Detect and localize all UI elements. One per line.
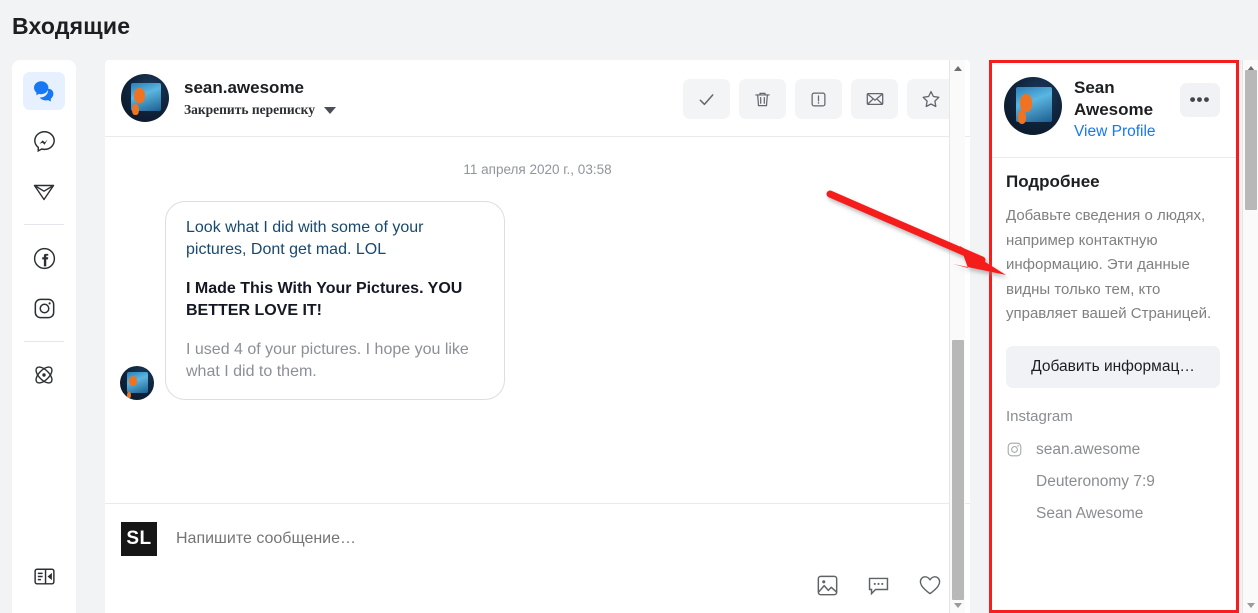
scroll-down-icon[interactable] [950,597,966,613]
mark-done-button[interactable] [683,79,730,119]
scroll-down-icon[interactable] [1243,597,1258,613]
details-description: Добавьте сведения о людях, например конт… [1006,207,1212,322]
composer-icons [815,572,943,598]
message-line-2: I Made This With Your Pictures. YOU BETT… [186,280,463,319]
message-input[interactable] [176,530,676,548]
sidebar-item-chats[interactable] [23,72,65,110]
sidebar-item-automation[interactable] [23,356,65,394]
list-item[interactable]: Deuteronomy 7:9 [1006,473,1220,491]
conversation-actions [683,79,954,119]
sidebar-item-send[interactable] [23,172,65,210]
left-icon-rail [12,60,76,613]
attach-image-button[interactable] [815,573,840,598]
contact-details-body: Подробнее Добавьте сведения о людях, нап… [992,158,1236,523]
message-thread: 11 апреля 2020 г., 03:58 Look what I did… [105,137,970,503]
delete-button[interactable] [739,79,786,119]
avatar[interactable] [1004,77,1062,135]
conversation-scrollbar[interactable] [949,60,965,613]
instagram-icon [1006,441,1023,458]
add-info-button[interactable]: Добавить информац… [1006,345,1220,388]
message-line-1: Look what I did with some of your pictur… [186,219,424,258]
pin-conversation-dropdown[interactable]: Закрепить переписку [184,102,337,118]
avatar[interactable] [120,366,154,400]
scroll-up-icon[interactable] [950,60,966,76]
details-scrollbar[interactable] [1242,60,1258,613]
heart-icon [917,572,943,598]
avatar[interactable] [121,74,169,122]
avatar: SL [121,522,157,556]
list-item[interactable]: sean.awesome [1006,441,1220,459]
favorite-button[interactable] [907,79,954,119]
chat-dots-icon [866,573,891,598]
mark-unread-button[interactable] [851,79,898,119]
facebook-icon [32,246,57,271]
sidebar-item-toggle-panel[interactable] [23,557,65,595]
message-bubble: Look what I did with some of your pictur… [165,201,505,400]
conversation-panel: sean.awesome Закрепить переписку 11 апре… [105,60,970,613]
page-title: Входящие [12,13,131,39]
sidebar-item-instagram[interactable] [23,289,65,327]
instagram-section-label: Instagram [1006,407,1073,425]
list-item-label: Sean Awesome [1036,504,1144,522]
saved-replies-button[interactable] [866,573,891,598]
star-icon [921,89,941,109]
like-button[interactable] [917,572,943,598]
pin-conversation-label: Закрепить переписку [184,102,316,117]
atom-icon [31,362,57,388]
view-profile-link[interactable]: View Profile [1074,123,1176,141]
paper-plane-icon [31,178,57,204]
chevron-down-icon [324,106,337,114]
contact-header-text: Sean Awesome View Profile [1074,77,1176,141]
check-icon [697,90,716,109]
conversation-title: sean.awesome [184,78,305,97]
details-section-title: Подробнее [1006,172,1100,191]
message-row: Look what I did with some of your pictur… [120,201,970,400]
envelope-icon [865,89,885,109]
contact-header: Sean Awesome View Profile ••• [992,63,1236,158]
message-composer: SL [105,503,970,613]
mark-spam-button[interactable] [795,79,842,119]
contact-menu-button[interactable]: ••• [1180,83,1220,117]
scrollbar-thumb[interactable] [952,340,964,600]
instagram-icon [32,296,57,321]
sidebar-item-messenger[interactable] [23,122,65,160]
messenger-icon [32,129,57,154]
contact-details-panel: Sean Awesome View Profile ••• Подробнее … [989,60,1239,613]
conversation-header-text: sean.awesome Закрепить переписку [184,78,337,118]
composer-row: SL [105,504,970,556]
contact-name: Sean Awesome [1074,78,1154,119]
panel-toggle-icon [32,564,57,589]
list-item-label: Deuteronomy 7:9 [1036,472,1155,490]
conversation-header: sean.awesome Закрепить переписку [105,60,970,137]
rail-divider-1 [24,224,64,225]
trash-icon [753,90,772,109]
image-icon [815,573,840,598]
list-item[interactable]: Sean Awesome [1006,505,1220,523]
rail-divider-2 [24,341,64,342]
chat-bubbles-icon [32,79,56,103]
sidebar-item-facebook[interactable] [23,239,65,277]
thread-date-divider: 11 апреля 2020 г., 03:58 [463,162,612,177]
list-item-label: sean.awesome [1036,440,1141,458]
scrollbar-thumb[interactable] [1245,70,1257,210]
message-line-3: I used 4 of your pictures. I hope you li… [186,341,469,380]
messenger-inbox-screen: Входящие sean.awesome Закрепить переписк… [0,0,1258,613]
exclamation-box-icon [809,90,828,109]
